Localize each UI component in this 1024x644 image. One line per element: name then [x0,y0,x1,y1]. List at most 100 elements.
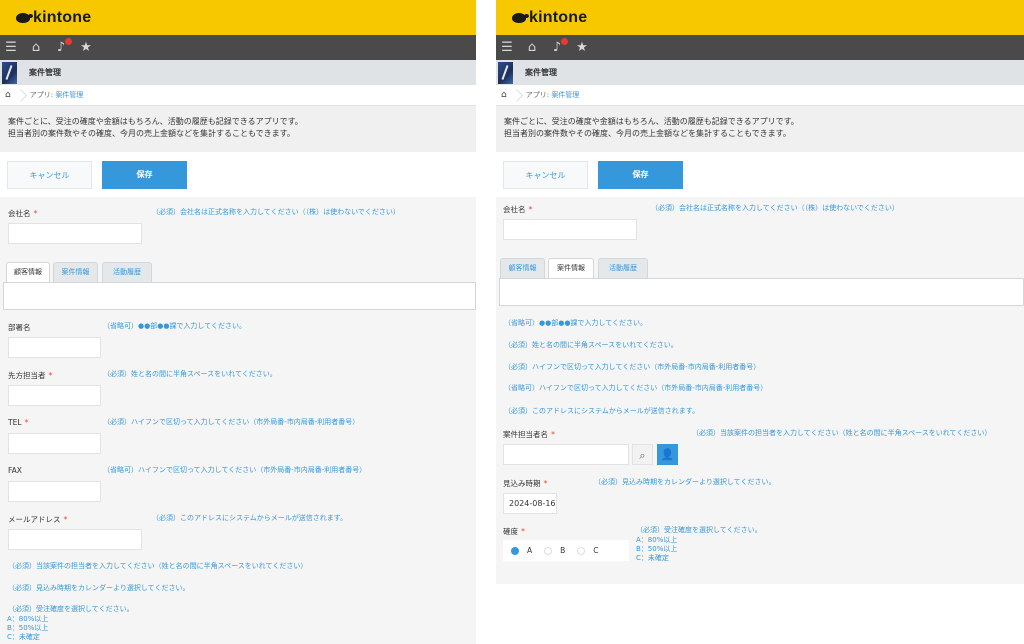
app-title: 案件管理 [525,68,557,77]
department-label: 部署名 [8,323,31,332]
expected-date-input[interactable]: 2024-08-16 [503,493,557,514]
tab-deal[interactable]: 案件情報 [548,258,594,280]
company-label: 会社名 * [8,209,38,218]
tab-panel [3,282,476,310]
tab-customer[interactable]: 顧客情報 [500,258,545,279]
app-description: 案件ごとに、受注の確度や金額はもちろん、活動の履歴も記録できるアプリです。 担当… [496,106,1024,152]
email-label: メールアドレス * [8,515,68,524]
global-nav: ☰ ⌂ ♪ ★ [496,35,1024,60]
breadcrumb-app-link[interactable]: 案件管理 [55,91,83,99]
breadcrumb: ⌂ アプリ: 案件管理 [0,85,476,106]
owner-input[interactable] [503,444,629,465]
save-button[interactable]: 保存 [598,161,683,189]
user-select-icon[interactable]: 👤 [657,444,678,465]
fax-note: （省略可）ハイフンで区切って入力してください（市外局番-市内局番-利用者番号） [504,384,768,392]
home-icon[interactable]: ⌂ [29,35,43,60]
breadcrumb-separator [14,85,24,106]
option-label: B [560,546,566,555]
top-header: kintone [496,0,1024,35]
certainty-option-b[interactable]: B [544,546,565,555]
department-note: （省略可）●●部●●課で入力してください。 [504,319,648,327]
search-icon[interactable]: ⌕ [632,444,653,465]
cancel-button[interactable]: キャンセル [7,161,92,189]
record-form: 会社名 * （必須）会社名は正式名称を入力してください（（株）は使わないでください… [0,197,476,644]
radio-unchecked-icon [544,546,553,555]
breadcrumb: ⌂ アプリ: 案件管理 [496,85,1024,106]
tab-activity[interactable]: 活動履歴 [598,258,648,279]
radio-unchecked-icon [577,546,586,555]
certainty-legend-b: B：50%以上 [636,545,678,553]
left-screen: kintone ☰ ⌂ ♪ ★ 案件管理 ⌂ アプリ: 案件管理 案件ごとに、受… [0,0,476,644]
action-bar: キャンセル 保存 [496,152,1024,198]
certainty-option-c[interactable]: C [577,546,599,555]
tab-deal[interactable]: 案件情報 [53,262,98,283]
cancel-button[interactable]: キャンセル [503,161,588,189]
tel-note: （必須）ハイフンで区切って入力してください（市外局番-市内局番-利用者番号） [103,418,360,426]
company-label: 会社名 * [503,205,533,214]
fax-input[interactable] [8,481,101,502]
certainty-option-a[interactable]: A [511,546,532,555]
contact-input[interactable] [8,385,101,406]
department-input[interactable] [8,337,101,358]
owner-label: 案件担当者名 * [503,430,555,439]
option-label: A [527,546,533,555]
company-input[interactable] [503,219,637,240]
bell-icon[interactable]: ♪ [550,35,568,60]
app-header: 案件管理 [496,60,1024,85]
radio-checked-icon [511,546,519,555]
logo-text: kintone [33,9,92,26]
email-note: （必須）このアドレスにシステムからメールが送信されます。 [152,514,348,522]
logo-text: kintone [529,9,588,26]
company-note: （必須）会社名は正式名称を入力してください（（株）は使わないでください） [152,208,400,216]
certainty-note: （必須）受注確度を選択してください。 [8,605,134,613]
top-header: kintone [0,0,476,35]
option-label: C [593,546,599,555]
email-note: （必須）このアドレスにシステムからメールが送信されます。 [504,407,700,415]
bell-icon[interactable]: ♪ [54,35,72,60]
description-line-2: 担当者別の案件数やその確度、今月の売上金額などを集計することもできます。 [8,129,295,138]
breadcrumb-home-icon[interactable]: ⌂ [501,90,507,100]
app-header: 案件管理 [0,60,476,85]
save-button[interactable]: 保存 [102,161,187,189]
breadcrumb-separator [510,85,520,106]
app-title: 案件管理 [29,68,61,77]
app-thumbnail-icon [2,61,17,84]
tel-label: TEL * [8,418,29,427]
kintone-logo[interactable]: kintone [16,9,91,27]
menu-icon[interactable]: ☰ [4,35,18,60]
contact-label: 先方担当者 * [8,371,53,380]
kintone-logo[interactable]: kintone [512,9,587,27]
tab-group: 顧客情報 案件情報 活動履歴 [0,262,476,314]
description-line-1: 案件ごとに、受注の確度や金額はもちろん、活動の履歴も記録できるアプリです。 [504,117,799,126]
tab-activity[interactable]: 活動履歴 [102,262,152,283]
tab-panel [499,278,1024,306]
breadcrumb-app-link[interactable]: 案件管理 [551,91,579,99]
home-icon[interactable]: ⌂ [525,35,539,60]
tab-customer[interactable]: 顧客情報 [6,262,50,284]
breadcrumb-home-icon[interactable]: ⌂ [5,90,11,100]
expected-date-label: 見込み時期 * [503,479,548,488]
right-screen: kintone ☰ ⌂ ♪ ★ 案件管理 ⌂ アプリ: 案件管理 案件ごとに、受… [496,0,1024,644]
company-note: （必須）会社名は正式名称を入力してください（（株）は使わないでください） [651,204,899,212]
expected-date-note: （必須）見込み時期をカレンダーより選択してください。 [594,478,776,486]
fax-label: FAX [8,466,22,475]
certainty-legend-b: B：50%以上 [7,624,49,632]
app-description: 案件ごとに、受注の確度や金額はもちろん、活動の履歴も記録できるアプリです。 担当… [0,106,476,152]
certainty-legend-a: A：80%以上 [636,536,678,544]
owner-note: （必須）当該案件の担当者を入力してください（姓と名の間に半角スペースをいれてくだ… [692,429,992,437]
fax-note: （省略可）ハイフンで区切って入力してください（市外局番-市内局番-利用者番号） [103,466,367,474]
certainty-radio-group: A B C [503,540,629,561]
tel-note: （必須）ハイフンで区切って入力してください（市外局番-市内局番-利用者番号） [504,363,761,371]
contact-note: （必須）姓と名の間に半角スペースをいれてください。 [103,370,277,378]
star-icon[interactable]: ★ [575,35,589,60]
kintone-logo-icon [16,13,33,23]
tel-input[interactable] [8,433,101,454]
menu-icon[interactable]: ☰ [500,35,514,60]
company-input[interactable] [8,223,142,244]
notification-badge [65,38,72,45]
owner-note: （必須）当該案件の担当者を入力してください（姓と名の間に半角スペースをいれてくだ… [8,562,308,570]
star-icon[interactable]: ★ [79,35,93,60]
certainty-label: 確度 * [503,527,525,536]
email-input[interactable] [8,529,142,550]
app-thumbnail-icon [498,61,513,84]
